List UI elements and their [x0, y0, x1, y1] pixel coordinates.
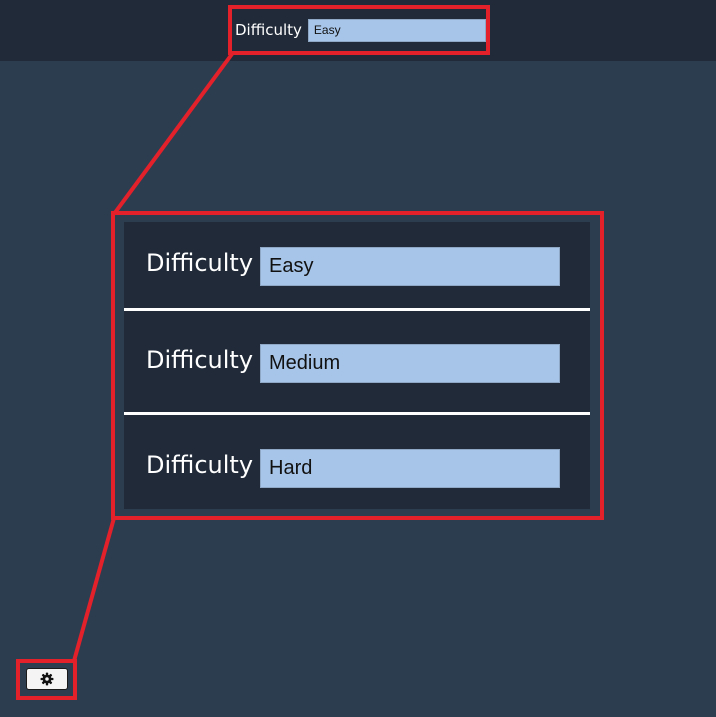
highlight-box-settings — [16, 659, 77, 700]
highlight-box-top — [228, 5, 490, 55]
callout-line-top — [112, 52, 234, 216]
highlight-box-panel — [111, 211, 604, 520]
callout-line-bottom — [72, 517, 116, 662]
